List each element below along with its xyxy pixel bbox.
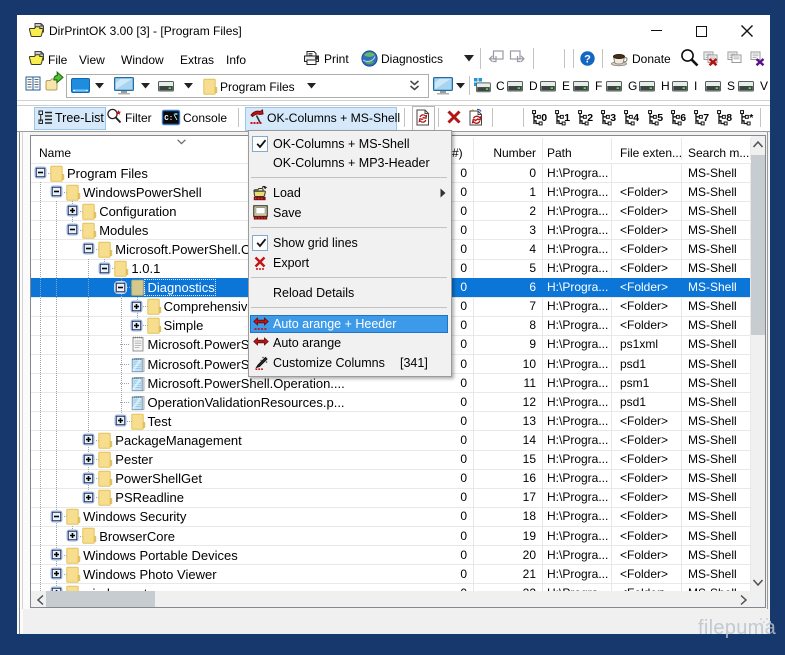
svg-text:4: 4 xyxy=(633,112,639,124)
svg-text:8: 8 xyxy=(726,112,732,124)
svg-text:1: 1 xyxy=(564,112,570,124)
svg-text:5: 5 xyxy=(657,112,663,124)
svg-text:3: 3 xyxy=(610,112,616,124)
svg-text:7: 7 xyxy=(703,112,709,124)
svg-text:*: * xyxy=(749,112,754,124)
svg-text:2: 2 xyxy=(587,112,593,124)
svg-text:?: ? xyxy=(584,53,591,65)
svg-text:C:\: C:\ xyxy=(164,115,178,123)
svg-text:0: 0 xyxy=(541,112,547,124)
svg-text:6: 6 xyxy=(680,112,686,124)
